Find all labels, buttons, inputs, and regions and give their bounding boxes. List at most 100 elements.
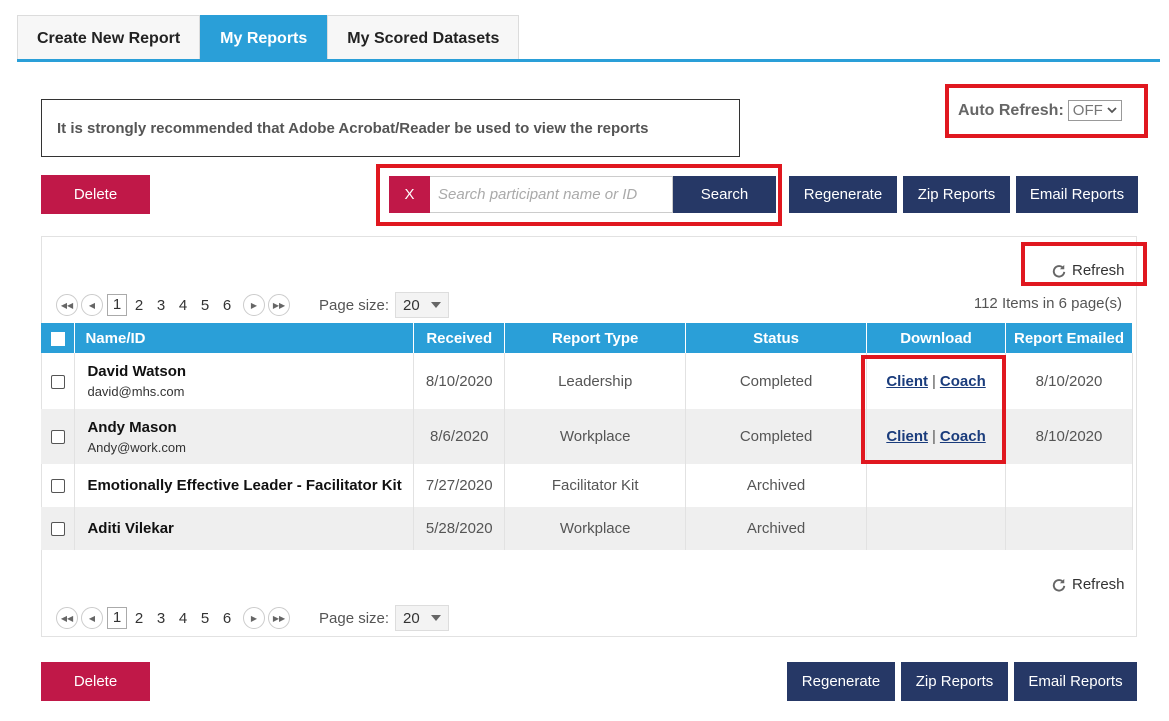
auto-refresh-select[interactable]: OFF [1067,100,1122,121]
refresh-bottom-button[interactable]: Refresh [1052,576,1125,593]
page-size-label: Page size: [319,296,390,314]
first-page-icon[interactable]: ◀◀ [56,294,78,316]
column-name-id[interactable]: Name/ID [74,323,415,353]
select-all-checkbox[interactable] [50,331,65,346]
link-separator: | [931,428,936,445]
next-page-icon[interactable]: ▶ [243,607,265,629]
emailed-date [1005,507,1133,550]
auto-refresh: Auto Refresh: OFF [958,100,1122,121]
table-row: David Watson david@mhs.com 8/10/2020 Lead… [41,353,1133,409]
refresh-label: Refresh [1072,576,1125,593]
report-type: Workplace [504,409,687,464]
row-checkbox[interactable] [50,479,65,494]
client-download-link[interactable]: Client [886,428,928,445]
page-size-label: Page size: [319,609,390,627]
page-link[interactable]: 3 [151,610,171,627]
emailed-date [1005,464,1133,507]
email-reports-button[interactable]: Email Reports [1016,176,1138,213]
tab-create-new-report[interactable]: Create New Report [17,15,201,60]
link-separator: | [931,372,936,390]
refresh-top-button[interactable]: Refresh [1052,262,1125,279]
clear-search-button[interactable]: X [389,176,430,213]
last-page-icon[interactable]: ▶▶ [268,294,290,316]
report-status: Archived [685,464,868,507]
emailed-date: 8/10/2020 [1005,353,1133,409]
received-date: 7/27/2020 [413,464,506,507]
reports-table: Name/ID Received Report Type Status Down… [41,323,1133,550]
report-status: Completed [685,409,868,464]
page-link[interactable]: 2 [129,610,149,627]
prev-page-icon[interactable]: ◀ [81,294,103,316]
table-row: Emotionally Effective Leader - Facilitat… [41,464,1133,507]
received-date: 8/6/2020 [413,409,506,464]
column-received[interactable]: Received [413,323,506,353]
caret-down-icon [431,615,442,621]
auto-refresh-label: Auto Refresh: [958,101,1064,119]
page-size-select[interactable]: 20 [395,292,450,318]
report-status: Archived [685,507,868,550]
prev-page-icon[interactable]: ◀ [81,607,103,629]
page-link[interactable]: 5 [195,610,215,627]
column-report-emailed[interactable]: Report Emailed [1005,323,1133,353]
delete-button[interactable]: Delete [41,662,150,701]
search-button[interactable]: Search [673,176,776,213]
page-link[interactable]: 2 [129,297,149,314]
zip-reports-button[interactable]: Zip Reports [903,176,1010,213]
caret-down-icon [431,302,442,308]
row-checkbox[interactable] [50,374,65,389]
page-link[interactable]: 5 [195,297,215,314]
refresh-icon [1052,264,1066,278]
coach-download-link[interactable]: Coach [940,428,986,445]
zip-reports-button[interactable]: Zip Reports [901,662,1008,701]
report-type: Facilitator Kit [504,464,687,507]
row-checkbox[interactable] [50,522,65,537]
participant-email: david@mhs.com [87,384,185,399]
column-download[interactable]: Download [866,323,1006,353]
table-row: Andy Mason Andy@work.com 8/6/2020 Workpla… [41,409,1133,464]
page-link[interactable]: 4 [173,610,193,627]
emailed-date: 8/10/2020 [1005,409,1133,464]
report-type: Leadership [504,353,687,409]
items-info: 112 Items in 6 page(s) [973,295,1122,312]
pager-bottom: ◀◀ ◀ 1 2 3 4 5 6 ▶ ▶▶ Page size: 20 [56,605,450,631]
column-report-type[interactable]: Report Type [504,323,687,353]
received-date: 5/28/2020 [413,507,506,550]
tab-underline [17,59,1160,62]
regenerate-button[interactable]: Regenerate [787,662,895,701]
delete-button[interactable]: Delete [41,175,150,214]
received-date: 8/10/2020 [413,353,506,409]
page-link[interactable]: 6 [217,297,237,314]
page-link[interactable]: 4 [173,297,193,314]
page-link[interactable]: 1 [107,607,127,629]
participant-name: Emotionally Effective Leader - Facilitat… [87,477,402,494]
page-link[interactable]: 1 [107,294,127,316]
page-link[interactable]: 3 [151,297,171,314]
coach-download-link[interactable]: Coach [940,373,986,390]
page-size-select[interactable]: 20 [395,605,450,631]
auto-refresh-value: OFF [1072,102,1103,119]
page-size-value: 20 [403,609,420,627]
next-page-icon[interactable]: ▶ [243,294,265,316]
chevron-down-icon [1107,107,1117,114]
search-bar: X Search [389,176,776,213]
row-checkbox[interactable] [50,430,65,445]
table-row: Aditi Vilekar 5/28/2020 Workplace Archiv… [41,507,1133,550]
email-reports-button[interactable]: Email Reports [1014,662,1137,701]
participant-name: Andy Mason [87,418,177,436]
first-page-icon[interactable]: ◀◀ [56,607,78,629]
acrobat-notice: It is strongly recommended that Adobe Ac… [41,99,740,157]
search-input[interactable] [430,176,673,213]
report-tabs: Create New Report My Reports My Scored D… [17,15,520,60]
tab-my-scored-datasets[interactable]: My Scored Datasets [327,15,520,60]
participant-name: David Watson [87,363,187,380]
last-page-icon[interactable]: ▶▶ [268,607,290,629]
participant-email: Andy@work.com [87,439,186,455]
regenerate-button[interactable]: Regenerate [789,176,897,213]
column-status[interactable]: Status [685,323,868,353]
page-link[interactable]: 6 [217,610,237,627]
pager-top: ◀◀ ◀ 1 2 3 4 5 6 ▶ ▶▶ Page size: 20 [56,292,450,318]
client-download-link[interactable]: Client [886,373,928,390]
participant-name: Aditi Vilekar [87,520,174,537]
page-size-value: 20 [403,296,420,314]
tab-my-reports[interactable]: My Reports [200,15,328,60]
